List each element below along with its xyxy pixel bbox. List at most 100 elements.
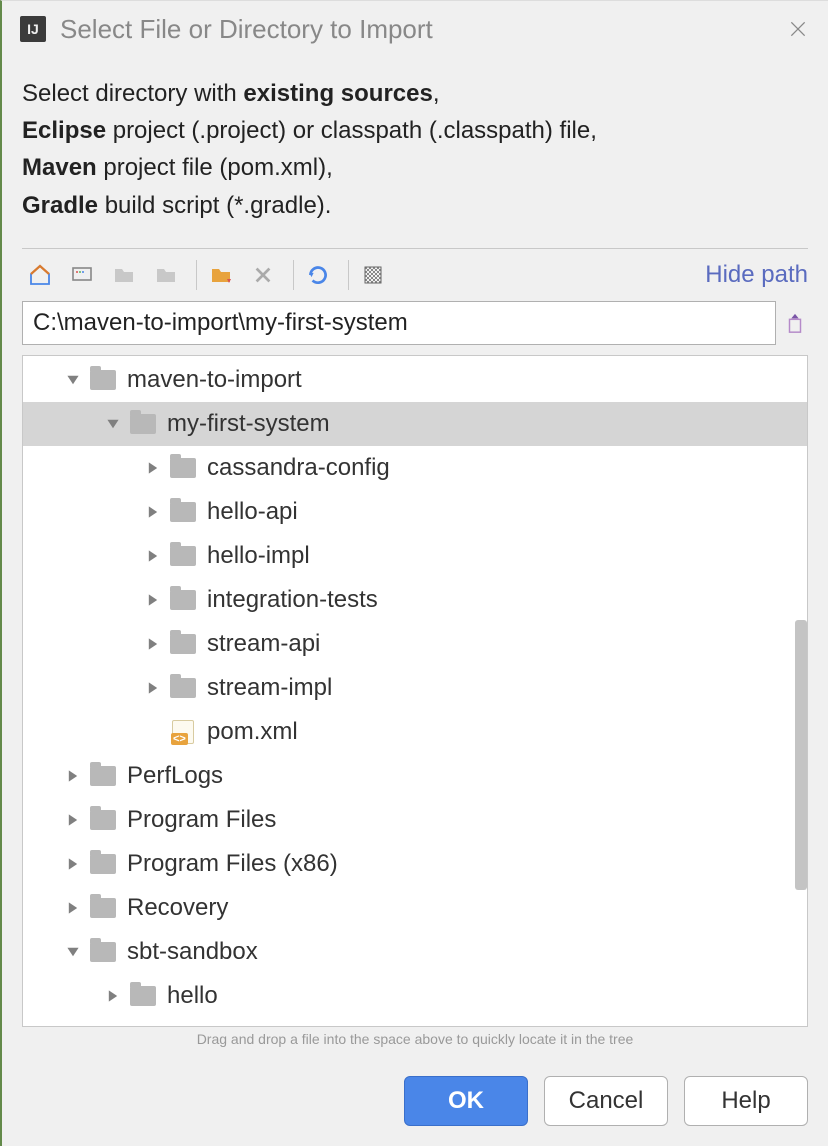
tree-node[interactable]: my-first-system	[23, 402, 807, 446]
folder-icon	[89, 368, 117, 392]
maven-file-icon	[169, 720, 197, 744]
expand-arrow-icon[interactable]	[63, 810, 83, 830]
delete-icon	[252, 264, 274, 286]
scrollbar[interactable]	[795, 620, 807, 890]
toolbar: Hide path	[2, 249, 828, 301]
tree-node-label: Recovery	[127, 894, 228, 922]
tree-node[interactable]: hello	[23, 974, 807, 1018]
expand-arrow-icon[interactable]	[143, 502, 163, 522]
home-button[interactable]	[22, 257, 58, 293]
tree-node[interactable]: PerfLogs	[23, 754, 807, 798]
expand-arrow-icon[interactable]	[63, 898, 83, 918]
folder-icon	[169, 500, 197, 524]
folder-icon	[169, 588, 197, 612]
instr-line4a: Gradle	[22, 192, 98, 219]
folder-icon	[89, 808, 117, 832]
file-tree[interactable]: maven-to-import my-first-system cassandra-…	[22, 355, 808, 1027]
tree-node-label: Program Files (x86)	[127, 850, 338, 878]
instr-line1a: Select directory with	[22, 80, 243, 107]
home-icon	[28, 263, 52, 287]
tree-node-label: pom.xml	[207, 718, 298, 746]
tree-node-label: stream-api	[207, 630, 320, 658]
folder-icon	[89, 896, 117, 920]
drop-hint: Drag and drop a file into the space abov…	[2, 1027, 828, 1053]
tree-node[interactable]: integration-tests	[23, 578, 807, 622]
titlebar: IJ Select File or Directory to Import	[2, 1, 828, 57]
folder-icon	[89, 852, 117, 876]
expand-arrow-icon[interactable]	[143, 458, 163, 478]
tree-node[interactable]: hello-impl	[23, 534, 807, 578]
path-row	[2, 301, 828, 355]
tree-node-label: hello-api	[207, 498, 298, 526]
tree-node[interactable]: Recovery	[23, 886, 807, 930]
tree-node-label: Program Files	[127, 806, 276, 834]
expand-arrow-icon[interactable]	[143, 678, 163, 698]
project-icon	[112, 263, 136, 287]
tree-node-label: sbt-sandbox	[127, 938, 258, 966]
folder-icon	[129, 412, 157, 436]
ok-button[interactable]: OK	[404, 1076, 528, 1126]
show-hidden-button[interactable]	[355, 257, 391, 293]
tree-node-label: integration-tests	[207, 586, 378, 614]
show-hidden-icon	[361, 263, 385, 287]
instr-line1c: ,	[433, 80, 440, 107]
folder-icon	[129, 984, 157, 1008]
collapse-arrow-icon[interactable]	[63, 942, 83, 962]
refresh-icon	[305, 262, 331, 288]
tree-node-label: maven-to-import	[127, 366, 302, 394]
tree-node[interactable]: Program Files (x86)	[23, 842, 807, 886]
toolbar-separator	[348, 260, 349, 290]
tree-node-label: stream-impl	[207, 674, 332, 702]
instructions-text: Select directory with existing sources, …	[2, 57, 828, 242]
folder-icon	[89, 940, 117, 964]
tree-node[interactable]: pom.xml	[23, 710, 807, 754]
tree-node-label: PerfLogs	[127, 762, 223, 790]
project-button[interactable]	[106, 257, 142, 293]
new-folder-button[interactable]	[203, 257, 239, 293]
tree-node-label: cassandra-config	[207, 454, 390, 482]
tree-node[interactable]: cassandra-config	[23, 446, 807, 490]
instr-line3a: Maven	[22, 154, 97, 181]
instr-line3b: project file (pom.xml),	[97, 154, 333, 181]
dialog-window: IJ Select File or Directory to Import Se…	[0, 0, 828, 1146]
window-title: Select File or Directory to Import	[60, 14, 782, 45]
tree-node[interactable]: sbt-sandbox	[23, 930, 807, 974]
desktop-icon	[70, 263, 94, 287]
expand-arrow-icon[interactable]	[63, 854, 83, 874]
tree-node[interactable]: hello-api	[23, 490, 807, 534]
tree-node-label: hello-impl	[207, 542, 310, 570]
instr-line1b: existing sources	[243, 80, 432, 107]
button-bar: OK Cancel Help	[2, 1064, 828, 1146]
close-button[interactable]	[782, 13, 814, 45]
folder-icon	[169, 456, 197, 480]
cancel-button[interactable]: Cancel	[544, 1076, 668, 1126]
expand-arrow-icon[interactable]	[143, 590, 163, 610]
expand-arrow-icon[interactable]	[63, 766, 83, 786]
tree-node[interactable]: Program Files	[23, 798, 807, 842]
expand-arrow-icon[interactable]	[143, 634, 163, 654]
tree-node[interactable]: stream-impl	[23, 666, 807, 710]
collapse-arrow-icon[interactable]	[63, 370, 83, 390]
toolbar-separator	[196, 260, 197, 290]
tree-node[interactable]: maven-to-import	[23, 358, 807, 402]
tree-node[interactable]: stream-api	[23, 622, 807, 666]
path-input[interactable]	[22, 301, 776, 345]
folder-icon	[169, 676, 197, 700]
expand-arrow-icon[interactable]	[143, 546, 163, 566]
instr-line4b: build script (*.gradle).	[98, 192, 331, 219]
tree-node-label: my-first-system	[167, 410, 330, 438]
instr-line2b: project (.project) or classpath (.classp…	[106, 117, 597, 144]
new-folder-icon	[209, 263, 233, 287]
hide-path-link[interactable]: Hide path	[705, 261, 808, 289]
desktop-button[interactable]	[64, 257, 100, 293]
expand-arrow-icon[interactable]	[103, 986, 123, 1006]
delete-button[interactable]	[245, 257, 281, 293]
module-button[interactable]	[148, 257, 184, 293]
collapse-arrow-icon[interactable]	[103, 414, 123, 434]
folder-icon	[89, 764, 117, 788]
refresh-button[interactable]	[300, 257, 336, 293]
help-button[interactable]: Help	[684, 1076, 808, 1126]
path-history-button[interactable]	[782, 308, 808, 338]
close-icon	[788, 19, 808, 39]
app-icon: IJ	[20, 16, 46, 42]
